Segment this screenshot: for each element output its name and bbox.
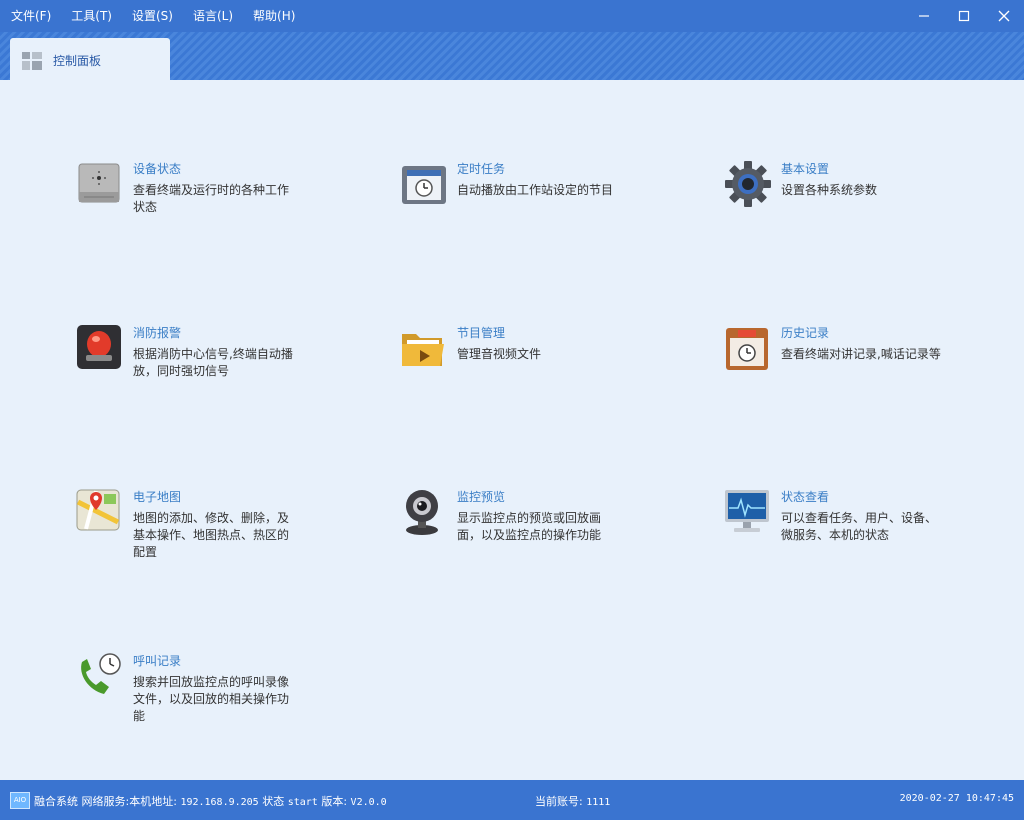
card-description: 自动播放由工作站设定的节目	[457, 183, 614, 197]
title-bar: 文件(F) 工具(T) 设置(S) 语言(L) 帮助(H)	[0, 0, 1024, 32]
card-description: 设置各种系统参数	[781, 183, 878, 197]
card-title: 消防报警	[133, 326, 182, 340]
card-description: 显示监控点的预览或回放画面，以及监控点的操作功能	[457, 511, 602, 542]
minimize-button[interactable]	[904, 0, 944, 32]
calendar-icon	[726, 328, 768, 370]
card-description: 根据消防中心信号,终端自动播放，同时强切信号	[133, 347, 293, 378]
card-monitor-preview[interactable]: 监控预览 显示监控点的预览或回放画面，以及监控点的操作功能	[400, 488, 700, 588]
maximize-icon	[958, 10, 970, 22]
card-device-status[interactable]: 设备状态 查看终端及运行时的各种工作状态	[76, 160, 376, 260]
card-call-records[interactable]: 呼叫记录 搜索并回放监控点的呼叫录像文件，以及回放的相关操作功能	[76, 652, 376, 752]
menu-settings[interactable]: 设置(S)	[122, 0, 183, 32]
card-title: 监控预览	[457, 490, 506, 504]
account-label: 当前账号:	[535, 795, 583, 808]
close-button[interactable]	[984, 0, 1024, 32]
card-title: 节目管理	[457, 326, 506, 340]
app-logo: AIO	[10, 792, 30, 809]
menu-language[interactable]: 语言(L)	[183, 0, 243, 32]
network-label: 网络服务:	[81, 795, 130, 808]
card-scheduled-tasks[interactable]: 定时任务 自动播放由工作站设定的节目	[400, 160, 700, 260]
card-title: 呼叫记录	[133, 654, 182, 668]
tab-control-panel[interactable]: 控制面板	[10, 38, 170, 80]
card-description: 可以查看任务、用户、设备、微服务、本机的状态	[781, 511, 938, 542]
card-history[interactable]: 历史记录 查看终端对讲记录,喊话记录等	[724, 324, 1024, 424]
phone-icon	[81, 653, 121, 694]
camera-icon	[406, 490, 438, 535]
close-icon	[998, 10, 1010, 22]
card-description: 地图的添加、修改、删除，及基本操作、地图热点、热区的配置	[133, 511, 290, 559]
schedule-icon	[402, 166, 446, 204]
maximize-button[interactable]	[944, 0, 984, 32]
current-account: 当前账号: 1111	[535, 793, 610, 809]
card-electronic-map[interactable]: 电子地图 地图的添加、修改、删除，及基本操作、地图热点、热区的配置	[76, 488, 376, 588]
alarm-icon	[77, 325, 121, 369]
card-description: 查看终端及运行时的各种工作状态	[133, 183, 290, 214]
menu-help[interactable]: 帮助(H)	[243, 0, 305, 32]
version-value: V2.0.0	[350, 797, 387, 808]
monitor-icon	[725, 490, 769, 532]
folder-icon	[402, 334, 444, 366]
address-label: 本机地址:	[129, 795, 177, 808]
minimize-icon	[919, 15, 929, 17]
map-icon	[76, 489, 120, 531]
card-description: 管理音视频文件	[457, 347, 542, 361]
status-bar: AIO 融合系统 网络服务:本机地址: 192.168.9.205 状态 sta…	[0, 780, 1024, 820]
menu-file[interactable]: 文件(F)	[0, 0, 61, 32]
card-basic-settings[interactable]: 基本设置 设置各种系统参数	[724, 160, 1024, 260]
panel-icon	[22, 52, 42, 70]
card-title: 设备状态	[133, 162, 182, 176]
account-value: 1111	[586, 797, 611, 808]
datetime: 2020-02-27 10:47:45	[899, 793, 1014, 804]
control-panel-grid: 设备状态 查看终端及运行时的各种工作状态 定时任务 自动播放由工作站设定的节目	[0, 80, 1024, 780]
status-info: 融合系统 网络服务:本机地址: 192.168.9.205 状态 start 版…	[34, 793, 387, 809]
tab-label: 控制面板	[53, 54, 102, 68]
menu-bar: 文件(F) 工具(T) 设置(S) 语言(L) 帮助(H)	[0, 0, 305, 32]
card-title: 历史记录	[781, 326, 830, 340]
card-program-management[interactable]: 节目管理 管理音视频文件	[400, 324, 700, 424]
gear-icon	[725, 161, 771, 207]
menu-tools[interactable]: 工具(T)	[61, 0, 122, 32]
system-name: 融合系统	[34, 795, 78, 808]
card-title: 电子地图	[133, 490, 182, 504]
card-status-view[interactable]: 状态查看 可以查看任务、用户、设备、微服务、本机的状态	[724, 488, 1024, 588]
card-title: 基本设置	[781, 162, 830, 176]
ip-address: 192.168.9.205	[180, 797, 259, 808]
card-description: 查看终端对讲记录,喊话记录等	[781, 347, 941, 361]
version-label: 版本:	[321, 795, 348, 808]
card-description: 搜索并回放监控点的呼叫录像文件，以及回放的相关操作功能	[133, 675, 290, 723]
card-title: 状态查看	[781, 490, 830, 504]
card-title: 定时任务	[457, 162, 506, 176]
state-label: 状态	[262, 795, 285, 808]
state-value: start	[287, 797, 318, 808]
tab-strip: 控制面板	[0, 32, 1024, 80]
card-fire-alarm[interactable]: 消防报警 根据消防中心信号,终端自动播放，同时强切信号	[76, 324, 376, 424]
device-icon	[78, 163, 120, 203]
